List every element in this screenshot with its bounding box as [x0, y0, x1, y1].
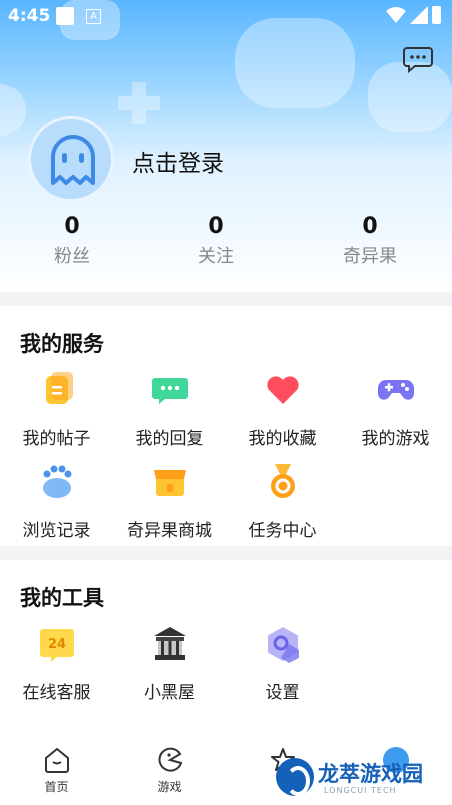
stat-kiwi[interactable]: 0 奇异果	[325, 212, 415, 272]
stat-fans[interactable]: 0 粉丝	[27, 212, 117, 272]
service-24-badge: 24	[47, 637, 65, 652]
home-icon	[44, 747, 69, 773]
section-divider	[0, 292, 452, 306]
tool-online-service[interactable]: 24 在线客服	[0, 624, 113, 703]
watermark-logo-icon	[276, 758, 314, 796]
profile-header: 4:45 A 点击登录 0 粉丝 0 关注 0 奇异果	[0, 0, 452, 292]
service-label: 浏览记录	[22, 521, 91, 541]
login-link[interactable]: 点击登录	[132, 144, 224, 178]
shop-icon	[153, 470, 186, 496]
stat-label: 粉丝	[54, 246, 90, 267]
tool-label: 小黑屋	[144, 683, 195, 703]
message-icon[interactable]	[403, 44, 433, 74]
game-pacman-icon	[158, 747, 182, 772]
a-icon: A	[86, 9, 101, 24]
stats-row: 0 粉丝 0 关注 0 奇异果	[0, 212, 452, 272]
service-my-replies[interactable]: 我的回复	[113, 370, 226, 449]
stat-value: 0	[208, 214, 224, 239]
service-kiwi-shop[interactable]: 奇异果商城	[113, 462, 226, 541]
service-my-posts[interactable]: 我的帖子	[0, 370, 113, 449]
notification-icon	[56, 7, 74, 25]
service-label: 奇异果商城	[127, 521, 212, 541]
service-my-favorites[interactable]: 我的收藏	[226, 370, 339, 449]
signal-icon	[410, 6, 428, 24]
service-24-icon: 24	[39, 629, 74, 662]
avatar[interactable]	[28, 116, 114, 202]
stat-following[interactable]: 0 关注	[171, 212, 261, 272]
status-time: 4:45	[8, 6, 51, 26]
favorite-heart-icon	[266, 376, 299, 404]
tab-label: 游戏	[157, 780, 182, 794]
services-title: 我的服务	[20, 332, 104, 356]
wifi-icon	[386, 7, 406, 23]
paw-history-icon	[42, 465, 71, 498]
tab-label: 首页	[44, 780, 69, 794]
stat-label: 奇异果	[343, 246, 397, 267]
settings-hex-icon	[267, 627, 299, 663]
status-bar: 4:45 A	[0, 0, 452, 32]
service-label: 任务中心	[248, 521, 317, 541]
tool-label: 在线客服	[22, 683, 91, 703]
service-task-center[interactable]: 任务中心	[226, 462, 339, 541]
tools-title: 我的工具	[20, 586, 104, 610]
stat-value: 0	[64, 214, 80, 239]
post-icon	[45, 372, 73, 404]
gamepad-icon	[377, 380, 414, 400]
tool-settings[interactable]: 设置	[226, 624, 339, 703]
service-label: 我的回复	[135, 429, 204, 449]
service-label: 我的帖子	[22, 429, 91, 449]
tab-home[interactable]: 首页	[0, 746, 113, 795]
section-divider	[0, 546, 452, 560]
jail-house-icon	[153, 627, 186, 660]
stat-value: 0	[362, 214, 378, 239]
tool-blackhouse[interactable]: 小黑屋	[113, 624, 226, 703]
service-history[interactable]: 浏览记录	[0, 462, 113, 541]
stat-label: 关注	[198, 246, 234, 267]
service-label: 我的收藏	[248, 429, 317, 449]
ghost-avatar-icon	[51, 135, 95, 185]
watermark: 龙萃游戏园 LONGCUI TECH	[276, 756, 446, 802]
watermark-text: 龙萃游戏园	[318, 762, 423, 786]
tool-label: 设置	[265, 683, 300, 703]
service-my-games[interactable]: 我的游戏	[339, 370, 452, 449]
service-label: 我的游戏	[361, 429, 430, 449]
tab-games[interactable]: 游戏	[113, 746, 226, 795]
watermark-subtext: LONGCUI TECH	[324, 786, 397, 795]
reply-icon	[151, 378, 188, 404]
medal-icon	[270, 464, 295, 498]
battery-icon	[432, 6, 441, 24]
